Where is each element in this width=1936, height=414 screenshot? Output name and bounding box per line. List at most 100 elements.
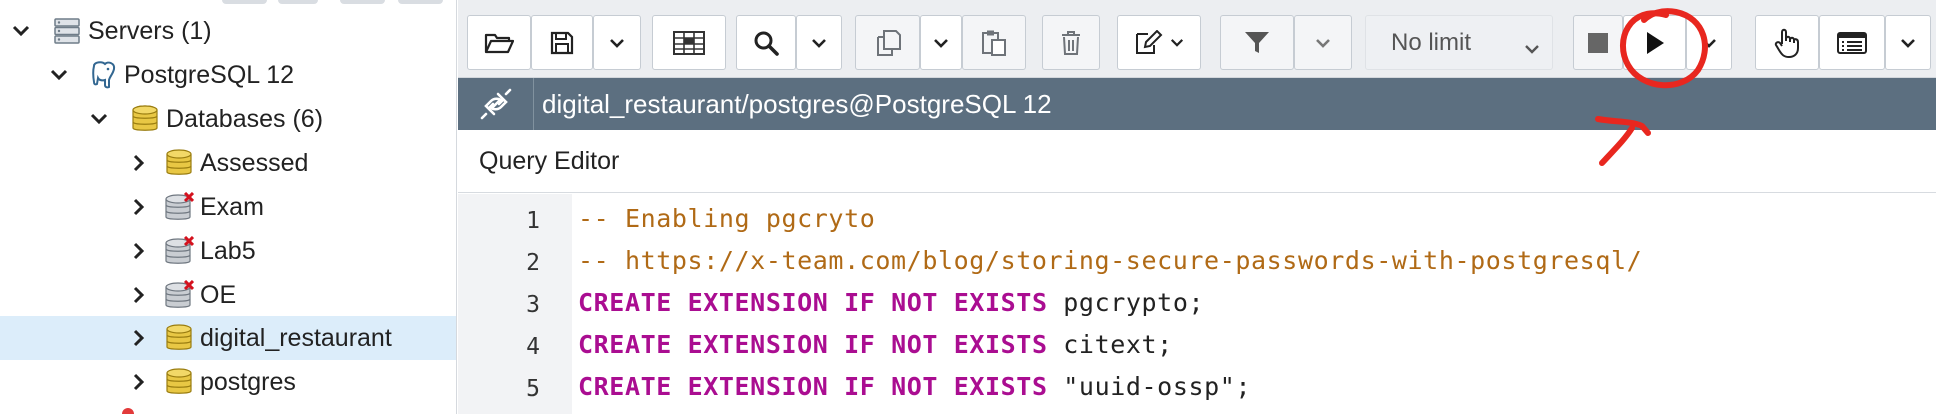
find-button[interactable] [736, 15, 796, 70]
chevron-down-icon[interactable] [88, 108, 110, 130]
edit-grid-button[interactable] [652, 15, 726, 70]
commit-button[interactable] [1755, 15, 1819, 70]
paste-button[interactable] [962, 15, 1026, 70]
sql-text: citext; [1047, 330, 1173, 359]
execute-play-icon [1645, 31, 1665, 55]
chevron-right-icon[interactable] [128, 196, 150, 218]
row-limit-select[interactable]: No limit [1365, 15, 1553, 70]
chevron-right-icon[interactable] [128, 327, 150, 349]
sql-keyword: NOT [891, 372, 939, 401]
connection-plug-icon[interactable] [458, 78, 534, 130]
line-number: 2 [526, 250, 540, 276]
servers-icon [52, 16, 82, 46]
tree-node-digital-restaurant[interactable]: digital_restaurant [0, 316, 456, 360]
connection-bar: digital_restaurant/postgres@PostgreSQL 1… [458, 78, 1936, 130]
copy-button[interactable] [855, 15, 920, 70]
query-editor-tab[interactable]: Query Editor [458, 130, 1936, 193]
paste-icon [980, 29, 1008, 57]
sql-keyword: IF [844, 288, 876, 317]
explain-button[interactable] [1819, 15, 1885, 70]
tree-node-servers[interactable]: Servers (1) [0, 9, 456, 53]
tree-node-label: PostgreSQL 12 [124, 60, 295, 89]
sql-editor[interactable]: 1 2 3 4 5 -- Enabling pgcryto -- https://… [458, 194, 1936, 414]
chevron-down-icon [811, 38, 827, 48]
tab-query-editor: Query Editor [479, 146, 620, 175]
chevron-right-icon[interactable] [128, 284, 150, 306]
tree-node-label: postgres [200, 367, 296, 396]
sql-keyword: EXTENSION [687, 330, 829, 359]
pgadmin-window: Servers (1) PostgreSQL 12 Databases (6) … [0, 0, 1936, 414]
sql-text: pgcrypto; [1047, 288, 1205, 317]
delete-button[interactable] [1042, 15, 1100, 70]
sql-keyword: NOT [891, 288, 939, 317]
tree-node-assessed[interactable]: Assessed [0, 141, 456, 185]
chevron-right-icon[interactable] [128, 371, 150, 393]
line-number: 1 [526, 208, 540, 234]
tree-node-postgres[interactable]: postgres [0, 360, 456, 404]
save-icon [550, 31, 574, 55]
chevron-down-icon[interactable] [10, 20, 32, 42]
tree-node-databases[interactable]: Databases (6) [0, 97, 456, 141]
tree-node-label: Lab5 [200, 236, 256, 265]
hand-pointer-icon [1774, 28, 1800, 58]
database-disconnected-icon [164, 280, 194, 310]
delete-icon [1060, 30, 1082, 56]
tree-node-label: Databases (6) [166, 104, 324, 133]
sql-keyword: EXISTS [953, 372, 1048, 401]
code-line: CREATE EXTENSION IF NOT EXISTS "uuid-oss… [578, 372, 1251, 401]
chevron-down-icon[interactable] [48, 64, 70, 86]
sql-keyword: IF [844, 330, 876, 359]
edit-grid-icon [672, 29, 706, 57]
tree-node-exam[interactable]: Exam [0, 185, 456, 229]
tree-node-lab5[interactable]: Lab5 [0, 229, 456, 273]
chevron-right-icon[interactable] [128, 240, 150, 262]
open-file-button[interactable] [467, 15, 531, 70]
chevron-down-icon [609, 38, 625, 48]
filter-button[interactable] [1220, 15, 1294, 70]
tree-scroll-hint [340, 0, 385, 4]
explain-dropdown-button[interactable] [1885, 15, 1931, 70]
find-icon [753, 30, 779, 56]
tree-node-label: Exam [200, 192, 264, 221]
copy-dropdown-button[interactable] [920, 15, 962, 70]
execute-button[interactable] [1623, 15, 1686, 70]
line-number-gutter: 1 2 3 4 5 [458, 194, 572, 414]
sql-keyword: CREATE [578, 288, 672, 317]
edit-dropdown-button[interactable] [1117, 15, 1201, 70]
save-dropdown-button[interactable] [593, 15, 641, 70]
sql-text: "uuid-ossp"; [1047, 372, 1252, 401]
copy-icon [874, 29, 902, 57]
postgresql-elephant-icon [88, 60, 118, 90]
find-dropdown-button[interactable] [796, 15, 842, 70]
database-icon [164, 367, 194, 397]
code-line: CREATE EXTENSION IF NOT EXISTS citext; [578, 330, 1173, 359]
databases-icon [130, 104, 160, 134]
tree-scroll-hint [278, 0, 318, 4]
stop-query-button[interactable] [1573, 15, 1623, 70]
filter-dropdown-button[interactable] [1294, 15, 1352, 70]
tree-node-oe[interactable]: OE [0, 273, 456, 317]
chevron-right-icon[interactable] [128, 152, 150, 174]
chevron-down-icon [1900, 38, 1916, 48]
partial-node-icon [122, 408, 134, 414]
chevron-down-icon [1701, 38, 1717, 48]
tree-node-postgresql-12[interactable]: PostgreSQL 12 [0, 53, 456, 97]
execute-dropdown-button[interactable] [1686, 15, 1732, 70]
tree-scroll-hint [398, 0, 443, 4]
browser-tree: Servers (1) PostgreSQL 12 Databases (6) … [0, 0, 457, 414]
pencil-edit-icon [1134, 29, 1164, 56]
chevron-down-icon [933, 38, 949, 48]
database-disconnected-icon [164, 236, 194, 266]
save-button[interactable] [531, 15, 593, 70]
sql-keyword: EXISTS [953, 330, 1048, 359]
